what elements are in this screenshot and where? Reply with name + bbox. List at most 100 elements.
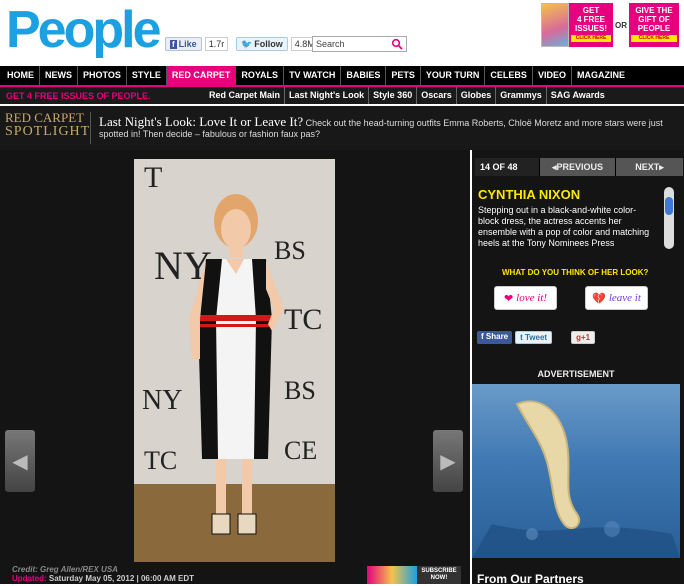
advertisement-image bbox=[472, 400, 680, 558]
broken-heart-icon: 💔 bbox=[592, 292, 606, 305]
leave-it-label: leave it bbox=[608, 292, 641, 304]
gallery-main: T NY BS TC NY BS TC CE ◀ ▶ Credit: Greg … bbox=[0, 150, 470, 584]
nav-item-news[interactable]: NEWS bbox=[40, 66, 78, 85]
scrollbar-thumb[interactable] bbox=[665, 197, 673, 215]
search-icon[interactable] bbox=[391, 38, 403, 50]
svg-text:BS: BS bbox=[274, 236, 306, 265]
previous-photo-arrow[interactable]: ◀ bbox=[5, 430, 35, 492]
offer2-line3: PEOPLE bbox=[637, 24, 671, 33]
gallery-sidebar: 14 OF 48 ◂PREVIOUS NEXT▸ CYNTHIA NIXON S… bbox=[472, 150, 684, 586]
twitter-follow-button[interactable]: 🐦 Follow bbox=[236, 37, 288, 51]
offer1-click-here[interactable]: CLICK HERE bbox=[571, 35, 611, 42]
nav-item-style[interactable]: STYLE bbox=[127, 66, 167, 85]
facebook-like-widget[interactable]: f Like 1.7r bbox=[165, 37, 229, 51]
subnav-item-grammys[interactable]: Grammys bbox=[496, 87, 547, 104]
nav-item-babies[interactable]: BABIES bbox=[341, 66, 387, 85]
facebook-share-label: Share bbox=[485, 332, 509, 341]
nav-item-red-carpet[interactable]: RED CARPET bbox=[166, 66, 237, 85]
next-button[interactable]: NEXT▸ bbox=[615, 158, 683, 176]
subscription-promo[interactable]: GET 4 FREE ISSUES! CLICK HERE OR GIVE TH… bbox=[541, 3, 680, 47]
people-logo[interactable]: People bbox=[6, 0, 161, 60]
search-input[interactable]: Search bbox=[312, 36, 407, 52]
heart-icon: ❤ bbox=[503, 292, 514, 305]
offer1-line3: ISSUES! bbox=[574, 24, 607, 33]
svg-text:BS: BS bbox=[284, 376, 316, 405]
offer2-line1: GIVE THE bbox=[635, 6, 673, 15]
nav-item-celebs[interactable]: CELEBS bbox=[485, 66, 533, 85]
offer2-click-here[interactable]: CLICK HERE bbox=[631, 35, 677, 42]
photo-credit: Credit: Greg Allen/REX USA bbox=[12, 565, 118, 574]
nav-item-pets[interactable]: PETS bbox=[386, 66, 421, 85]
subscribe-now-label: SUBSCRIBE NOW! bbox=[417, 566, 461, 584]
next-photo-arrow[interactable]: ▶ bbox=[433, 430, 463, 492]
spotlight-logo-line1: RED CARPET bbox=[5, 110, 85, 125]
chevron-right-icon: ▶ bbox=[440, 450, 456, 473]
nav-item-photos[interactable]: PHOTOS bbox=[78, 66, 127, 85]
love-it-button[interactable]: ❤ love it! bbox=[494, 286, 557, 310]
facebook-like-count: 1.7r bbox=[204, 37, 229, 51]
facebook-icon: f bbox=[170, 39, 177, 49]
svg-text:TC: TC bbox=[144, 446, 177, 475]
leave-it-button[interactable]: 💔 leave it bbox=[585, 286, 648, 310]
offer1-line1: GET bbox=[582, 6, 600, 15]
subnav-item-sag-awards[interactable]: SAG Awards bbox=[547, 87, 609, 104]
tweet-button[interactable]: t Tweet bbox=[515, 331, 553, 344]
spotlight-logo-line2: SPOTLIGHT bbox=[5, 124, 91, 139]
tweet-label: Tweet bbox=[525, 333, 548, 342]
updated-timestamp: Updated: Saturday May 05, 2012 | 06:00 A… bbox=[12, 574, 194, 583]
spotlight-divider bbox=[90, 112, 91, 144]
svg-text:CE: CE bbox=[284, 436, 317, 465]
sub-nav: GET 4 FREE ISSUES OF PEOPLE. Red Carpet … bbox=[0, 85, 684, 104]
gift-offer[interactable]: GIVE THE GIFT OF PEOPLE CLICK HERE bbox=[629, 3, 679, 47]
nav-item-video[interactable]: VIDEO bbox=[533, 66, 572, 85]
nav-item-magazine[interactable]: MAGAZINE bbox=[572, 66, 630, 85]
nav-item-home[interactable]: HOME bbox=[2, 66, 40, 85]
svg-text:T: T bbox=[144, 161, 162, 194]
twitter-bird-icon: 🐦 bbox=[241, 38, 253, 49]
updated-label: Updated: bbox=[12, 574, 47, 583]
advertisement-video[interactable] bbox=[472, 384, 680, 558]
twitter-follow-widget[interactable]: 🐦 Follow 4.8M bbox=[236, 37, 319, 51]
main-nav: HOME NEWS PHOTOS STYLE RED CARPET ROYALS… bbox=[0, 66, 684, 85]
share-buttons: f Share t Tweet g+1 bbox=[477, 331, 596, 344]
nav-item-your-turn[interactable]: YOUR TURN bbox=[421, 66, 486, 85]
photo-description: Stepping out in a black-and-white color-… bbox=[478, 205, 650, 248]
subnav-item-globes[interactable]: Globes bbox=[457, 87, 497, 104]
updated-value: Saturday May 05, 2012 | 06:00 AM EDT bbox=[46, 574, 195, 583]
free-issues-offer[interactable]: GET 4 FREE ISSUES! CLICK HERE bbox=[569, 3, 613, 47]
spotlight-title[interactable]: Last Night's Look: Love It or Leave It? bbox=[99, 114, 303, 129]
description-scrollbar[interactable] bbox=[664, 187, 674, 249]
subscribe-magazine-covers bbox=[367, 566, 417, 584]
spotlight-logo: RED CARPET SPOTLIGHT bbox=[5, 110, 91, 139]
search-placeholder: Search bbox=[316, 39, 345, 49]
facebook-like-button[interactable]: f Like bbox=[165, 37, 202, 51]
svg-text:NY: NY bbox=[142, 385, 182, 416]
google-plus-one-button[interactable]: g+1 bbox=[571, 331, 596, 344]
advertisement-label: ADVERTISEMENT bbox=[537, 369, 615, 379]
love-it-label: love it! bbox=[516, 292, 548, 304]
red-carpet-spotlight-banner: RED CARPET SPOTLIGHT Last Night's Look: … bbox=[0, 106, 684, 150]
magazine-cover-thumbnail bbox=[541, 3, 569, 47]
promo-or: OR bbox=[615, 20, 627, 30]
subnav-item-oscars[interactable]: Oscars bbox=[417, 87, 457, 104]
vote-question: WHAT DO YOU THINK OF HER LOOK? bbox=[502, 268, 649, 277]
facebook-like-label: Like bbox=[178, 39, 197, 49]
subnav-item-last-nights-look[interactable]: Last Night's Look bbox=[285, 87, 370, 104]
nav-item-tv-watch[interactable]: TV WATCH bbox=[284, 66, 342, 85]
celebrity-name: CYNTHIA NIXON bbox=[478, 187, 581, 202]
plus-one-label: +1 bbox=[580, 333, 591, 342]
gallery-pager: 14 OF 48 ◂PREVIOUS NEXT▸ bbox=[475, 158, 683, 176]
twitter-follow-label: Follow bbox=[254, 39, 283, 49]
facebook-share-button[interactable]: f Share bbox=[477, 331, 513, 344]
subscribe-now-banner[interactable]: SUBSCRIBE NOW! bbox=[367, 566, 461, 584]
spotlight-description: Last Night's Look: Love It or Leave It? … bbox=[99, 114, 679, 140]
site-header: People f Like 1.7r 🐦 Follow 4.8M Search GE… bbox=[0, 0, 684, 66]
photo-figure: T NY BS TC NY BS TC CE bbox=[142, 161, 322, 535]
chevron-left-icon: ◀ bbox=[12, 450, 28, 473]
previous-button[interactable]: ◂PREVIOUS bbox=[539, 158, 615, 176]
subnav-item-style-360[interactable]: Style 360 bbox=[369, 87, 418, 104]
nav-item-royals[interactable]: ROYALS bbox=[236, 66, 285, 85]
gallery-photo[interactable]: T NY BS TC NY BS TC CE bbox=[134, 159, 335, 562]
free-issues-link[interactable]: GET 4 FREE ISSUES OF PEOPLE. bbox=[0, 91, 205, 101]
subnav-item-red-carpet-main[interactable]: Red Carpet Main bbox=[205, 87, 286, 104]
